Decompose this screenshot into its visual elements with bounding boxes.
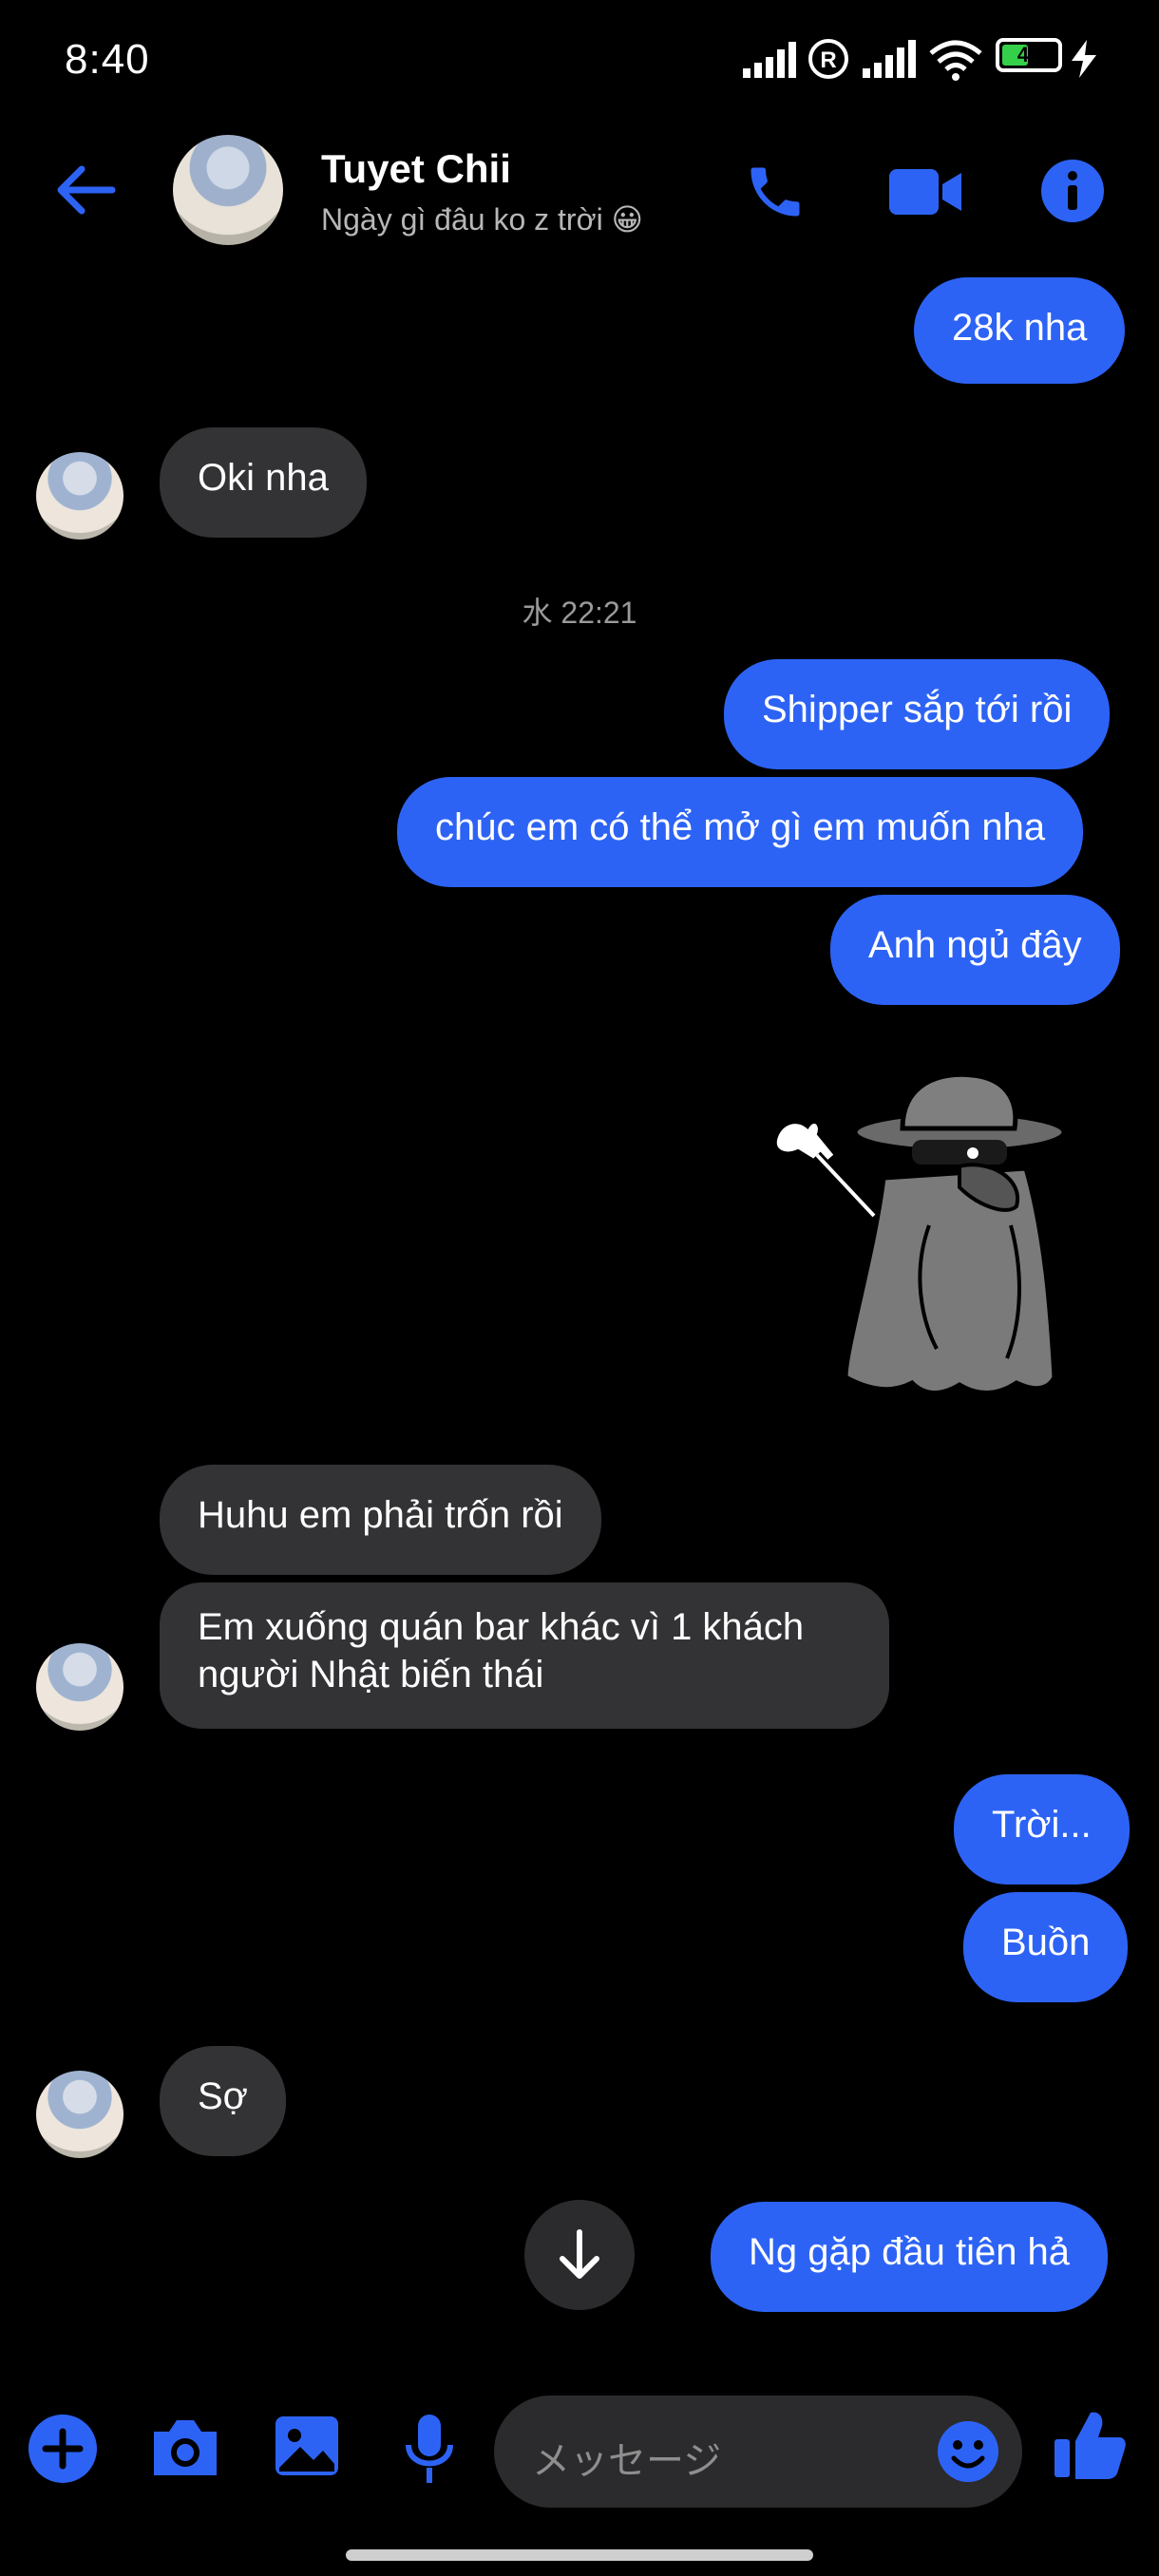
info-icon[interactable] [1039,158,1106,224]
sender-avatar[interactable] [36,452,124,540]
gallery-image-icon[interactable] [272,2413,342,2479]
message-input-placeholder: メッセージ [532,2440,722,2482]
outgoing-message[interactable]: Ng gặp đầu tiên hả [711,2202,1109,2312]
roaming-icon: R [808,39,848,79]
signal-icon [743,42,796,78]
thumbs-up-icon[interactable] [1051,2407,1127,2483]
outgoing-message[interactable]: Buồn [963,1892,1129,2002]
outgoing-message[interactable]: 28k nha [914,277,1126,384]
svg-text:R: R [820,47,836,73]
sticker-image[interactable] [770,1064,1074,1406]
outgoing-message[interactable]: chúc em có thể mở gì em muốn nha [397,777,1084,887]
status-time: 8:40 [65,36,150,83]
message-line: người Nhật biến thái [198,1654,544,1695]
outgoing-message[interactable]: Anh ngủ đây [830,895,1120,1005]
video-call-icon[interactable] [887,161,963,222]
contact-status: Ngày gì đâu ko z trời 😀 [321,202,643,237]
battery-icon: 46 [996,38,1062,72]
scroll-to-bottom-button[interactable] [524,2200,635,2310]
outgoing-message[interactable]: Shipper sắp tới rồi [724,659,1111,769]
incoming-message[interactable]: Huhu em phải trốn rồi [160,1465,601,1575]
charging-bolt-icon [1072,40,1096,78]
message-line: Em xuống quán bar khác vì 1 khách [198,1606,805,1648]
phone-call-icon[interactable] [743,160,808,224]
outgoing-message[interactable]: Trời... [954,1774,1130,1885]
contact-name[interactable]: Tuyet Chii [321,146,511,192]
message-timestamp: 水 22:21 [522,596,637,630]
incoming-message[interactable]: Em xuống quán bar khác vì 1 khách người … [160,1582,889,1729]
sender-avatar[interactable] [36,2071,124,2158]
add-plus-icon[interactable] [27,2413,99,2485]
sender-avatar[interactable] [36,1643,124,1731]
wifi-icon [929,40,982,81]
arrow-down-icon [560,2229,599,2279]
battery-percent: 46 [1016,43,1041,66]
incoming-message[interactable]: Oki nha [160,427,367,538]
home-indicator[interactable] [346,2549,813,2561]
back-arrow-icon[interactable] [51,160,122,220]
emoji-icon[interactable] [935,2418,1001,2485]
microphone-icon[interactable] [403,2411,456,2487]
incoming-message[interactable]: Sợ [160,2046,286,2156]
contact-avatar[interactable] [173,135,283,245]
camera-icon[interactable] [148,2416,222,2479]
signal-icon-2 [863,40,916,78]
